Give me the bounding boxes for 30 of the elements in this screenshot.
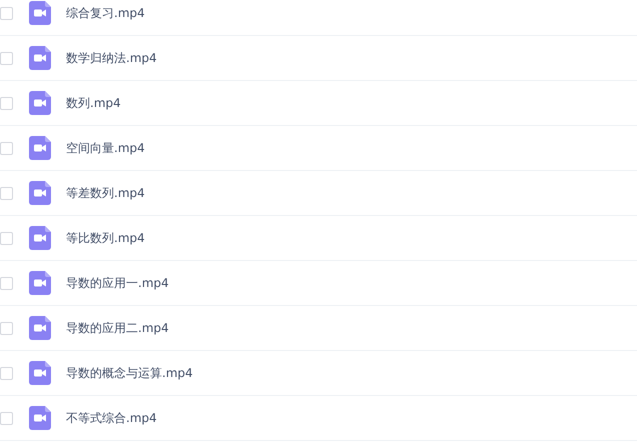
video-file-icon — [29, 181, 51, 205]
file-name[interactable]: 导数的应用二.mp4 — [66, 320, 169, 336]
video-file-icon — [29, 1, 51, 25]
video-file-icon — [29, 91, 51, 115]
checkbox[interactable] — [0, 186, 13, 200]
file-name[interactable]: 数列.mp4 — [66, 94, 121, 112]
checkbox[interactable] — [0, 96, 13, 110]
file-name[interactable]: 导数的应用一.mp4 — [66, 274, 169, 292]
video-file-icon — [29, 271, 51, 295]
file-name[interactable]: 不等式综合.mp4 — [66, 410, 157, 426]
video-file-icon — [29, 226, 51, 250]
checkbox[interactable] — [0, 142, 13, 154]
checkbox[interactable] — [0, 366, 13, 380]
video-file-icon — [29, 316, 51, 340]
file-name[interactable]: 等比数列.mp4 — [66, 230, 145, 246]
checkbox[interactable] — [0, 276, 13, 290]
file-name[interactable]: 等差数列.mp4 — [66, 184, 145, 202]
checkbox[interactable] — [0, 412, 13, 424]
file-name[interactable]: 空间向量.mp4 — [66, 140, 145, 156]
checkbox[interactable] — [0, 322, 13, 334]
checkbox[interactable] — [0, 232, 13, 244]
video-file-icon — [29, 361, 51, 385]
checkbox[interactable] — [0, 52, 13, 64]
checkbox[interactable] — [0, 6, 13, 20]
video-file-icon — [29, 406, 51, 430]
file-name[interactable]: 导数的概念与运算.mp4 — [66, 364, 193, 382]
video-file-icon — [29, 136, 51, 160]
file-name[interactable]: 数学归纳法.mp4 — [66, 50, 157, 66]
video-file-icon — [29, 46, 51, 70]
file-name[interactable]: 综合复习.mp4 — [66, 4, 145, 22]
